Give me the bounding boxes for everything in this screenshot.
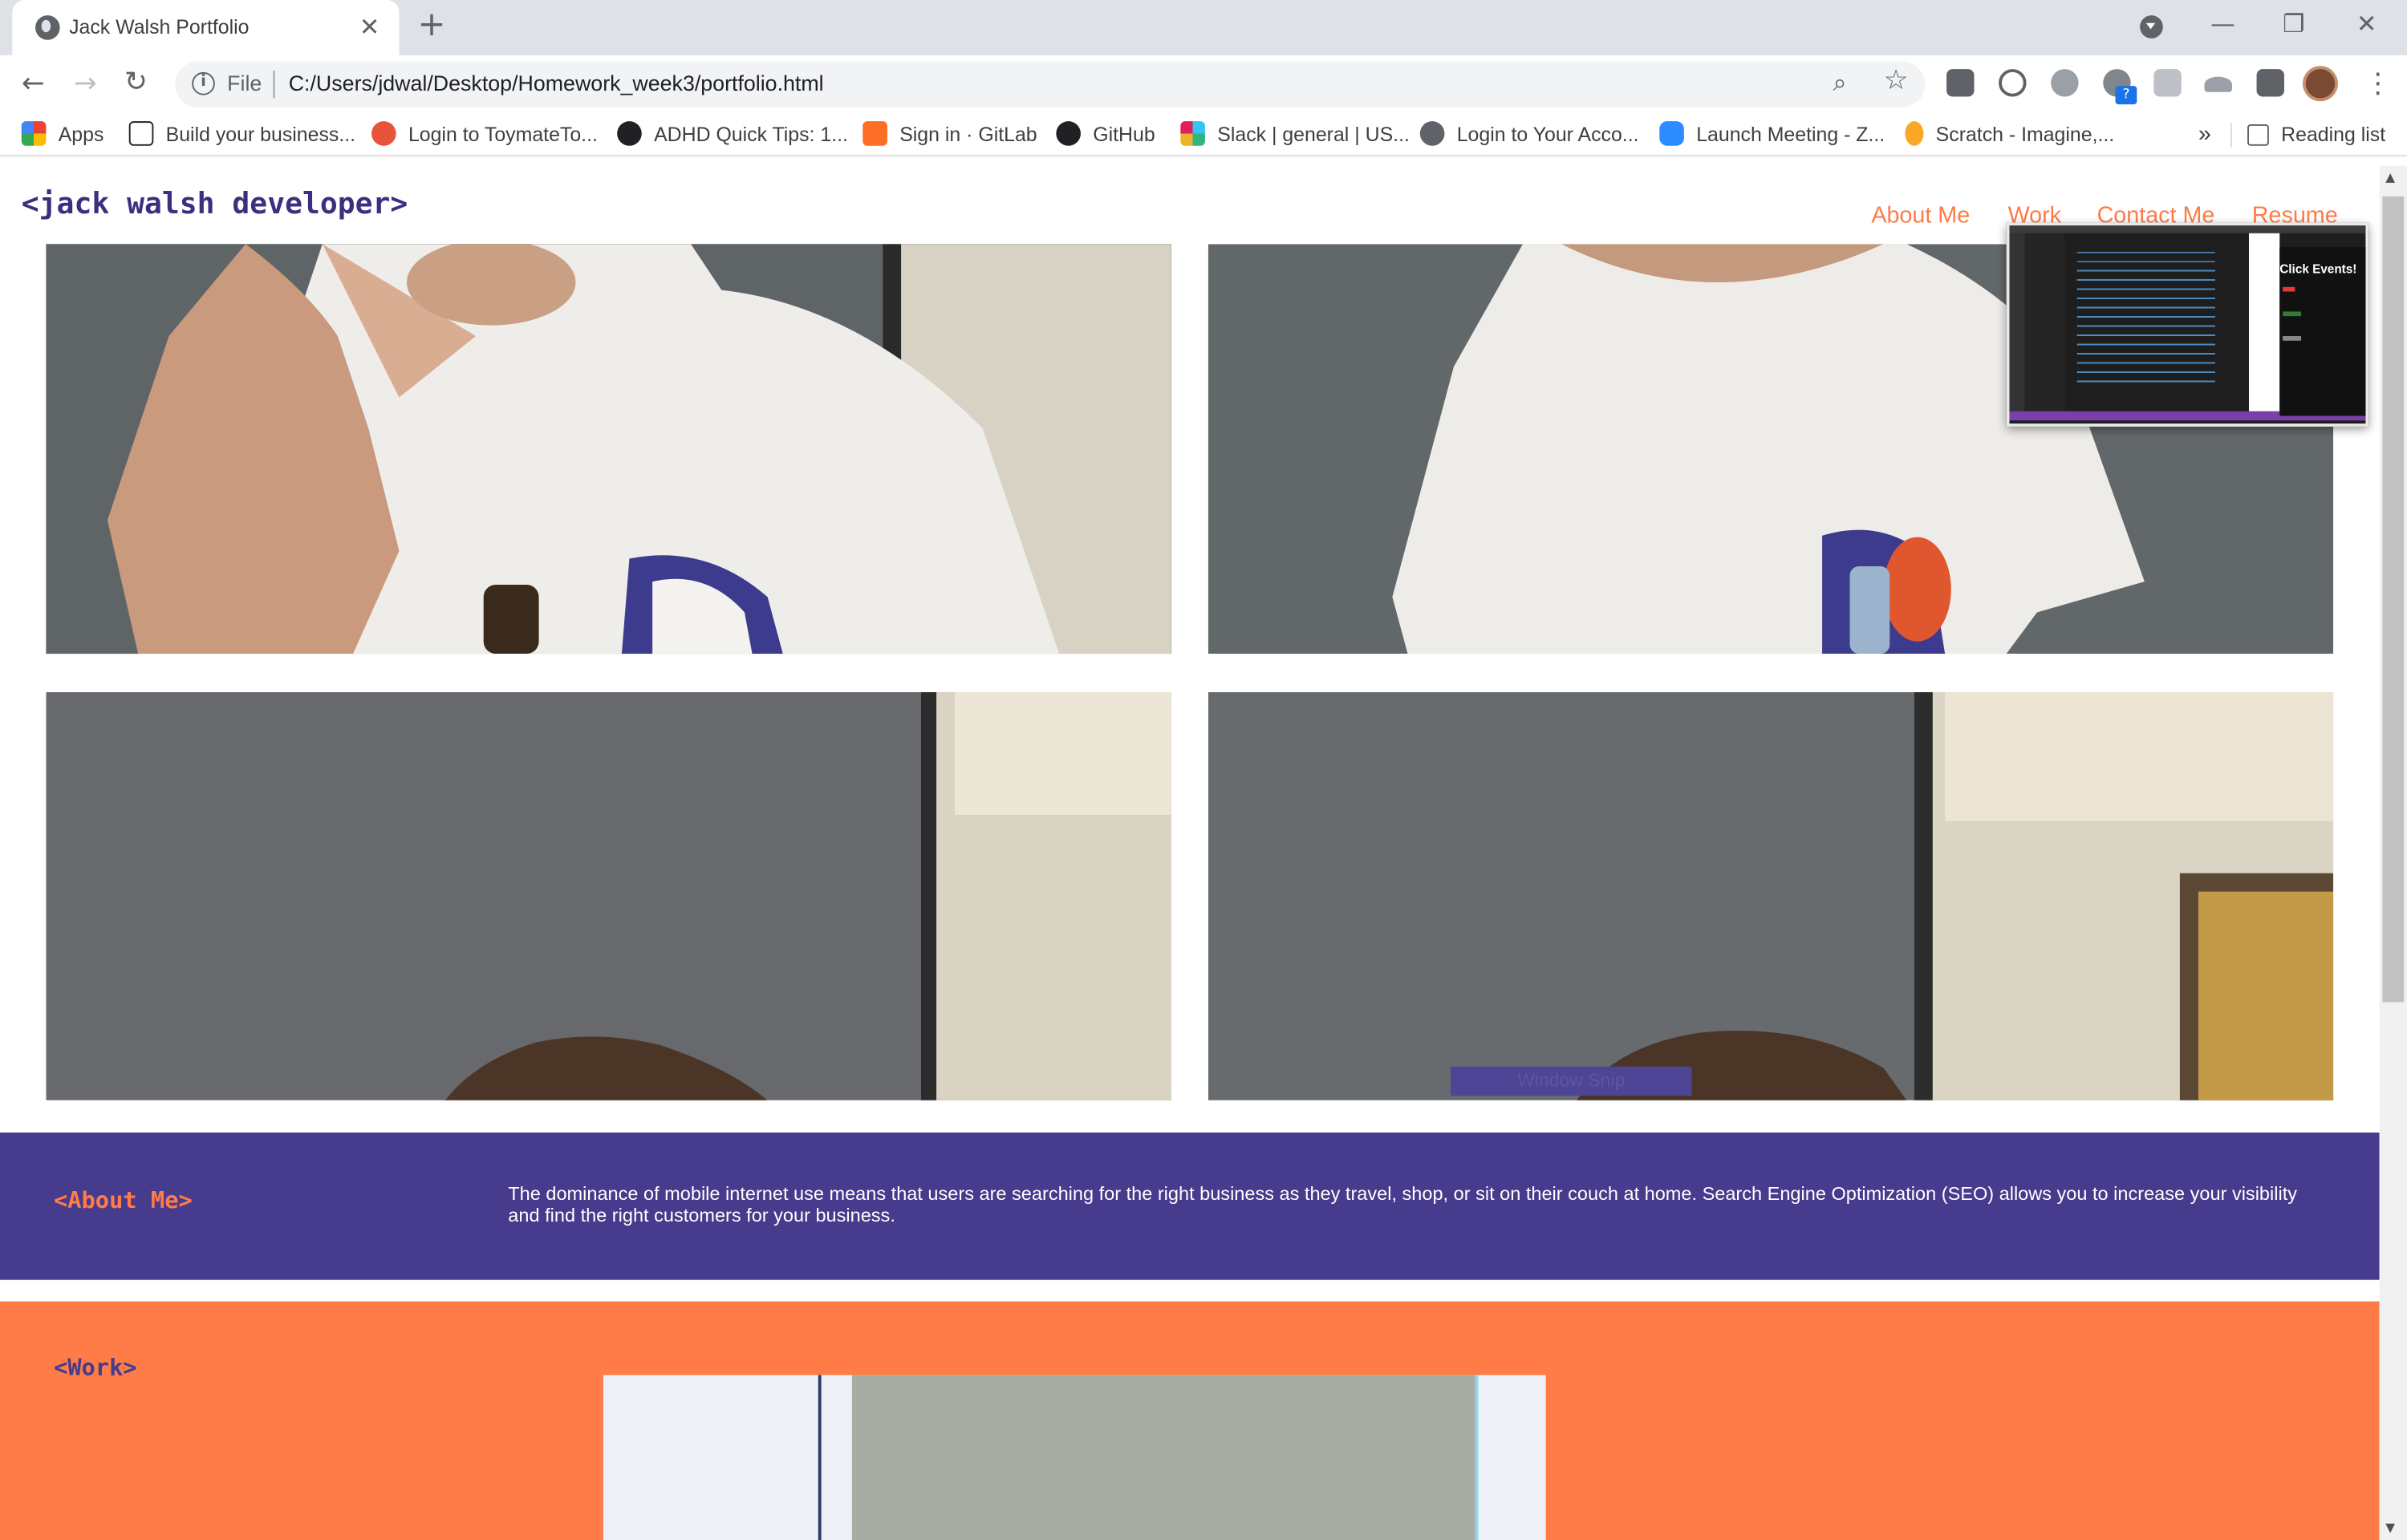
work-project-image[interactable] [603, 1375, 1546, 1540]
globe-icon [1419, 121, 1445, 146]
bookmark-label: ADHD Quick Tips: 1... [654, 123, 848, 146]
scheme-label: File [227, 71, 262, 95]
scrollbar-thumb[interactable] [2382, 196, 2405, 1003]
cloud-icon[interactable] [1999, 69, 2027, 97]
github-icon [1056, 121, 1081, 146]
preview-titlebar [2009, 225, 2366, 233]
site-logo[interactable]: <jack walsh developer> [22, 187, 408, 221]
extension-badge: ? [2115, 86, 2137, 105]
bookmark-label: Scratch - Imagine,... [1935, 123, 2115, 146]
bookmark-label: GitHub [1093, 123, 1155, 146]
preview-panel: Click Events! [2279, 247, 2366, 416]
reading-list-label: Reading list [2281, 123, 2386, 146]
tab-search-icon[interactable] [2140, 15, 2163, 38]
browser-tab[interactable]: Jack Walsh Portfolio ✕ [12, 0, 400, 55]
bookmark-zoom[interactable]: Launch Meeting - Z... [1659, 121, 1885, 148]
about-heading: <About Me> [53, 1185, 193, 1214]
image-edge [1475, 1375, 1479, 1540]
adhd-icon [617, 121, 642, 146]
back-icon[interactable]: ← [22, 67, 45, 99]
apps-icon [21, 121, 47, 146]
preview-activity-bar [2009, 233, 2025, 415]
preview-sidebar [2024, 233, 2065, 415]
preview-browser [2248, 233, 2280, 411]
tab-title: Jack Walsh Portfolio [69, 15, 250, 38]
gitlab-icon [863, 121, 887, 146]
help-icon[interactable] [1946, 69, 1975, 97]
bookmark-apps[interactable]: Apps [21, 121, 104, 148]
preview-button-grey [2283, 336, 2302, 341]
bookmark-toymate[interactable]: Login to ToymateTo... [371, 121, 598, 148]
restore-button[interactable]: ❐ [2283, 9, 2304, 38]
bookmark-github[interactable]: GitHub [1056, 121, 1155, 148]
new-tab-button[interactable]: + [417, 6, 445, 45]
bookmark-label: Slack | general | US... [1217, 123, 1410, 146]
toymate-icon [371, 121, 396, 146]
zoom-icon[interactable]: ⌕ [1833, 67, 1846, 98]
preview-button-red [2283, 286, 2295, 292]
puzzle-icon[interactable] [2256, 69, 2284, 97]
url-text[interactable]: C:/Users/jdwal/Desktop/Homework_week3/po… [289, 71, 824, 95]
bookmark-adhd[interactable]: ADHD Quick Tips: 1... [617, 121, 848, 148]
reading-list-icon [2247, 124, 2269, 146]
bookmark-slack[interactable]: Slack | general | US... [1180, 121, 1410, 148]
nav-about-me[interactable]: About Me [1871, 203, 1970, 229]
menu-icon[interactable]: ⋮ [2364, 67, 2391, 99]
zoom-meeting-icon [1659, 121, 1684, 146]
photo-1 [46, 244, 1171, 654]
reload-icon[interactable]: ↻ [124, 66, 148, 98]
image-divider [818, 1375, 822, 1540]
bookmark-label: Build your business... [165, 123, 356, 146]
work-heading: <Work> [53, 1353, 137, 1381]
bookmark-login[interactable]: Login to Your Acco... [1419, 121, 1639, 148]
forward-icon[interactable]: → [74, 67, 97, 99]
photo-4 [1208, 691, 2334, 1100]
work-section: <Work> [0, 1301, 2380, 1540]
globe-icon [35, 15, 60, 40]
hat-icon[interactable] [2204, 76, 2232, 92]
window-snip-label: Window Snip [1451, 1066, 1692, 1096]
r-icon[interactable] [2153, 69, 2182, 97]
close-window-button[interactable]: ✕ [2356, 9, 2377, 38]
bookmark-star-icon[interactable]: ☆ [1884, 64, 1909, 96]
bookmark-label: Sign in · GitLab [899, 123, 1037, 146]
close-tab-icon[interactable]: ✕ [359, 12, 380, 41]
address-bar[interactable]: i File C:/Users/jdwal/Desktop/Homework_w… [175, 61, 1926, 107]
amazon-icon [128, 121, 154, 146]
avatar[interactable] [2302, 66, 2338, 102]
preview-title: Click Events! [2279, 262, 2357, 277]
minimize-button[interactable]: — [2210, 9, 2235, 38]
bookmarks-divider [2230, 123, 2232, 148]
bookmarks-overflow-button[interactable]: » [2198, 121, 2211, 148]
preview-code [2076, 247, 2215, 386]
bookmark-gitlab[interactable]: Sign in · GitLab [863, 121, 1037, 148]
about-section: <About Me> The dominance of mobile inter… [0, 1133, 2380, 1280]
scroll-up-icon[interactable]: ▲ [2385, 170, 2395, 184]
preview-button-green [2283, 311, 2302, 317]
info-icon[interactable]: i [192, 71, 215, 95]
bookmark-scratch[interactable]: Scratch - Imagine,... [1905, 121, 2114, 148]
bookmark-label: Apps [58, 123, 104, 146]
about-text: The dominance of mobile internet use mea… [508, 1183, 2298, 1226]
bookmark-label: Login to Your Acco... [1456, 123, 1639, 146]
address-divider [273, 71, 275, 99]
scratch-icon [1905, 121, 1924, 146]
check-icon[interactable] [2051, 69, 2079, 97]
bookmark-label: Launch Meeting - Z... [1696, 123, 1885, 146]
bookmark-amazon[interactable]: Build your business... [128, 121, 356, 148]
reading-list-button[interactable]: Reading list [2247, 121, 2385, 148]
photo-3 [46, 691, 1171, 1100]
bookmark-label: Login to ToymateTo... [408, 123, 598, 146]
window-preview-popup[interactable]: Click Events! [2006, 222, 2369, 427]
slack-icon [1180, 121, 1205, 146]
project-screenshot [851, 1375, 1475, 1540]
scroll-down-icon[interactable]: ▼ [2385, 1521, 2395, 1534]
